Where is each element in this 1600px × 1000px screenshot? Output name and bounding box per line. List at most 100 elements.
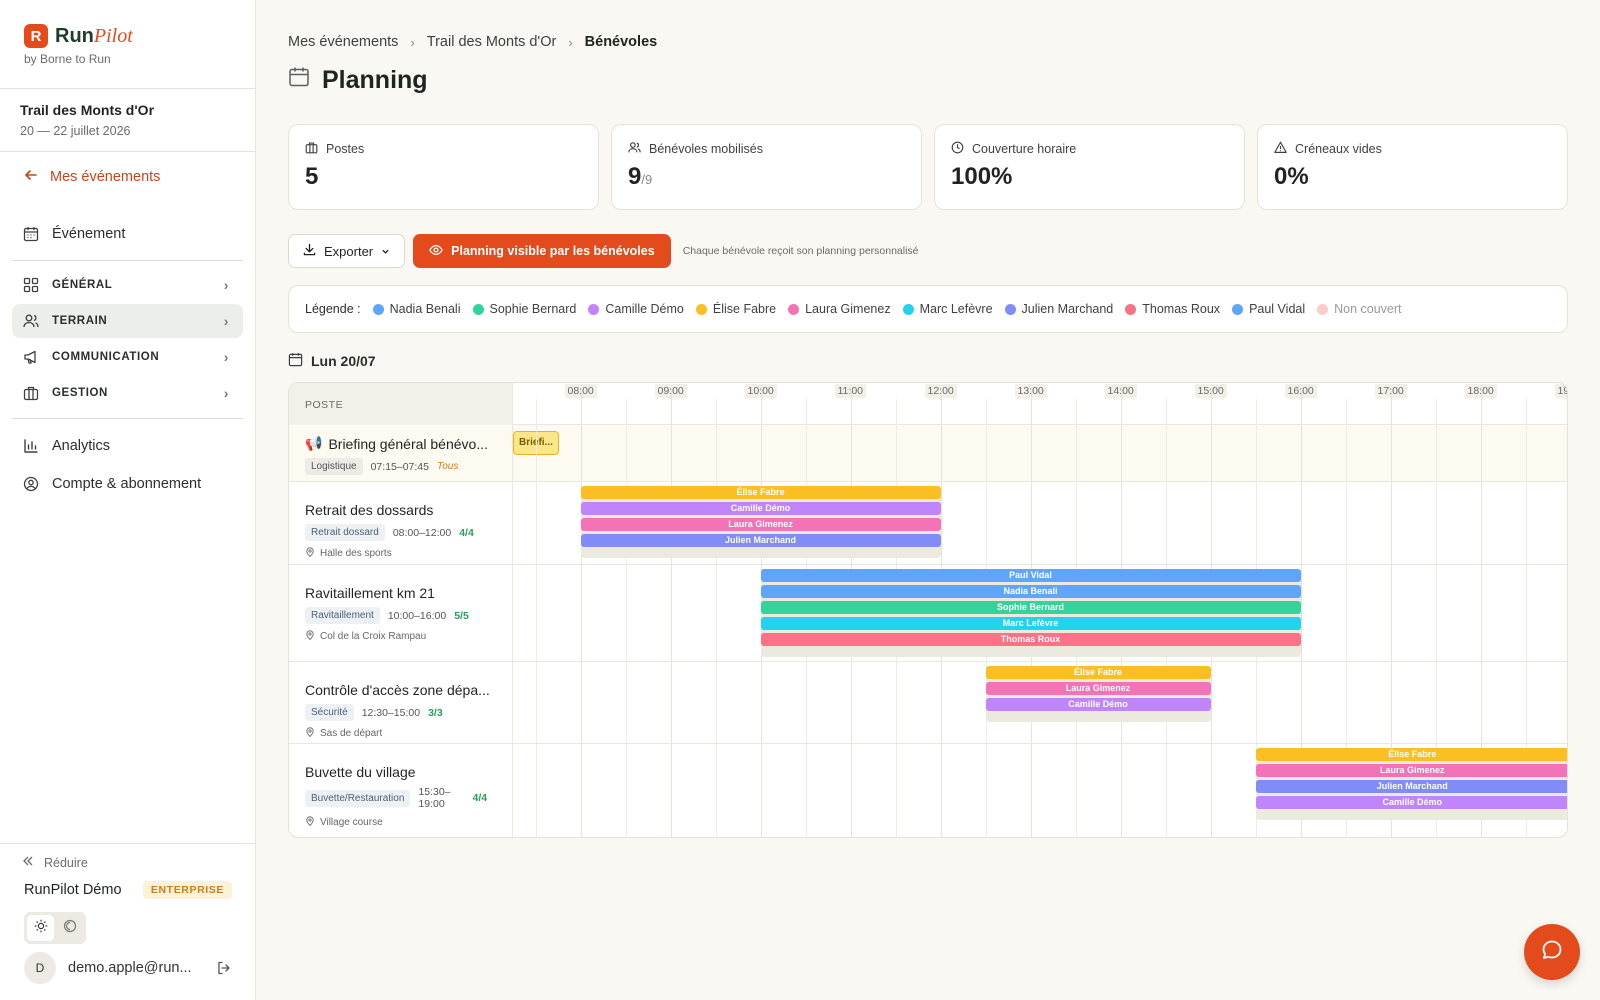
legend-color-dot — [372, 303, 384, 315]
nav-communication[interactable]: COMMUNICATION › — [12, 340, 243, 374]
collapse-sidebar-button[interactable]: Réduire — [22, 855, 88, 870]
alert-icon — [1274, 141, 1287, 157]
assignment-bar[interactable]: Julien Marchand — [580, 534, 941, 547]
chat-bubble-icon — [1540, 938, 1564, 967]
user-email: demo.apple@run... — [68, 960, 192, 976]
assignment-bar[interactable]: Élise Fabre — [985, 666, 1211, 679]
nav-general[interactable]: GÉNÉRAL › — [12, 268, 243, 302]
poste-title-text: Briefing général bénévo... — [328, 435, 488, 452]
stat-label: Bénévoles mobilisés — [649, 142, 763, 156]
logout-icon[interactable] — [216, 960, 232, 976]
poste-title: 📢 Briefing général bénévo... — [305, 435, 496, 452]
light-mode-button[interactable] — [27, 915, 54, 941]
nav-analytics[interactable]: Analytics — [12, 429, 243, 463]
sidebar: R RunPilot by Borne to Run Trail des Mon… — [0, 0, 256, 1000]
poste-meta: Logistique 07:15–07:45 Tous — [305, 458, 496, 475]
assignment-bar[interactable]: Thomas Roux — [760, 633, 1301, 646]
breadcrumb-item[interactable]: Trail des Monts d'Or — [427, 34, 557, 50]
assignment-bar[interactable]: Sophie Bernard — [760, 601, 1301, 614]
day-label: Lun 20/07 — [311, 353, 376, 369]
poste-title: Buvette du village — [305, 764, 416, 780]
assignment-bar[interactable]: Camille Démo — [1255, 796, 1567, 809]
reduce-label: Réduire — [44, 855, 88, 870]
poste-info: Retrait des dossards Retrait dossard 08:00… — [289, 482, 513, 564]
nav-account[interactable]: Compte & abonnement — [12, 467, 243, 501]
assignment-bar[interactable]: Laura Gimenez — [1255, 764, 1567, 777]
brand[interactable]: R RunPilot by Borne to Run — [24, 24, 133, 66]
poste-tag: Sécurité — [305, 704, 354, 721]
divider — [12, 418, 243, 419]
assignment-bar[interactable]: Camille Démo — [580, 502, 941, 515]
nav-label: Compte & abonnement — [52, 476, 202, 492]
assignment-bar[interactable]: Nadia Benali — [760, 585, 1301, 598]
breadcrumb-item[interactable]: Mes événements — [288, 34, 398, 50]
assignment-bar[interactable]: Laura Gimenez — [985, 682, 1211, 695]
actions-bar: Exporter Planning visible par les bénévo… — [288, 234, 919, 268]
legend-color-dot — [695, 303, 707, 315]
poste-location-text: Sas de départ — [320, 728, 383, 739]
assignment-bar[interactable]: Laura Gimenez — [580, 518, 941, 531]
poste-location: Col de la Croix Rampau — [305, 630, 496, 643]
download-icon — [303, 243, 316, 259]
legend-item: Julien Marchand — [1004, 302, 1113, 316]
poste-row[interactable]: Buvette du village Buvette/Restauration 15… — [289, 744, 1567, 837]
poste-meta: Retrait dossard 08:00–12:00 4/4 — [305, 524, 496, 541]
poste-time: 12:30–15:00 — [361, 706, 421, 719]
legend-color-dot — [1232, 303, 1244, 315]
poste-title: Ravitaillement km 21 — [305, 585, 435, 601]
export-button[interactable]: Exporter — [288, 234, 406, 268]
poste-title: Retrait des dossards — [305, 502, 434, 518]
legend-item: Élise Fabre — [695, 302, 776, 316]
assignment-bar[interactable]: Élise Fabre — [580, 486, 941, 499]
chat-button[interactable] — [1524, 924, 1580, 980]
assignment-bar[interactable]: Camille Démo — [985, 698, 1211, 711]
nav-label: GESTION — [52, 387, 108, 399]
map-pin-icon — [305, 727, 315, 740]
poste-info: Ravitaillement km 21 Ravitaillement 10:00–… — [289, 565, 513, 661]
nav-evenement[interactable]: Événement — [12, 217, 243, 251]
poste-time: 08:00–12:00 — [392, 526, 452, 539]
poste-location-text: Village course — [320, 817, 383, 828]
eye-icon — [429, 243, 443, 260]
poste-row[interactable]: Retrait des dossards Retrait dossard 08:00… — [289, 482, 1567, 565]
users-icon — [628, 141, 641, 157]
megaphone-icon — [22, 348, 40, 366]
grid-icon — [22, 276, 40, 294]
stat-card-creneaux: Créneaux vides 0% — [1257, 124, 1568, 210]
stat-label: Couverture horaire — [972, 142, 1077, 156]
dark-mode-button[interactable] — [56, 915, 83, 941]
stat-card-benevoles: Bénévoles mobilisés 9/9 — [611, 124, 922, 210]
briefing-row[interactable]: 📢 Briefing général bénévo... Logistique … — [289, 425, 1567, 482]
stat-value: 100% — [951, 163, 1013, 190]
chevron-right-icon: › — [223, 385, 229, 401]
map-pin-icon — [305, 816, 315, 829]
schedule-grid: POSTE 08:0009:0010:0011:0012:0013:0014:0… — [288, 382, 1568, 838]
poste-row[interactable]: Ravitaillement km 21 Ravitaillement 10:00–… — [289, 565, 1567, 662]
megaphone-icon: 📢 — [305, 435, 323, 451]
assignment-bar[interactable]: Marc Lefèvre — [760, 617, 1301, 630]
bar-chart-icon — [22, 437, 40, 455]
legend-label: Paul Vidal — [1249, 302, 1306, 316]
assignment-bar[interactable]: Élise Fabre — [1255, 748, 1567, 761]
map-pin-icon — [305, 630, 315, 643]
poste-location: Village course — [305, 816, 496, 829]
nav-terrain[interactable]: TERRAIN › — [12, 304, 243, 338]
back-to-events-link[interactable]: Mes événements — [24, 168, 160, 186]
brand-logo: R — [24, 24, 48, 48]
assignment-bar[interactable]: Julien Marchand — [1255, 780, 1567, 793]
stat-label: Postes — [326, 142, 365, 156]
clock-icon — [951, 141, 964, 157]
nav-gestion[interactable]: GESTION › — [12, 376, 243, 410]
assignment-bar[interactable]: Paul Vidal — [760, 569, 1301, 582]
poste-title: Contrôle d'accès zone dépa... — [305, 682, 490, 698]
moon-icon — [63, 919, 77, 938]
chevron-right-icon: › — [568, 34, 573, 50]
poste-count: 4/4 — [459, 526, 474, 539]
avatar: D — [24, 952, 56, 984]
poste-row[interactable]: Contrôle d'accès zone dépa... Sécurité 12:… — [289, 662, 1567, 744]
arrow-left-icon — [24, 168, 38, 186]
calendar-icon — [22, 225, 40, 243]
planning-visible-button[interactable]: Planning visible par les bénévoles — [413, 234, 671, 268]
page-title-text: Planning — [322, 66, 428, 94]
nav-label: TERRAIN — [52, 315, 108, 327]
